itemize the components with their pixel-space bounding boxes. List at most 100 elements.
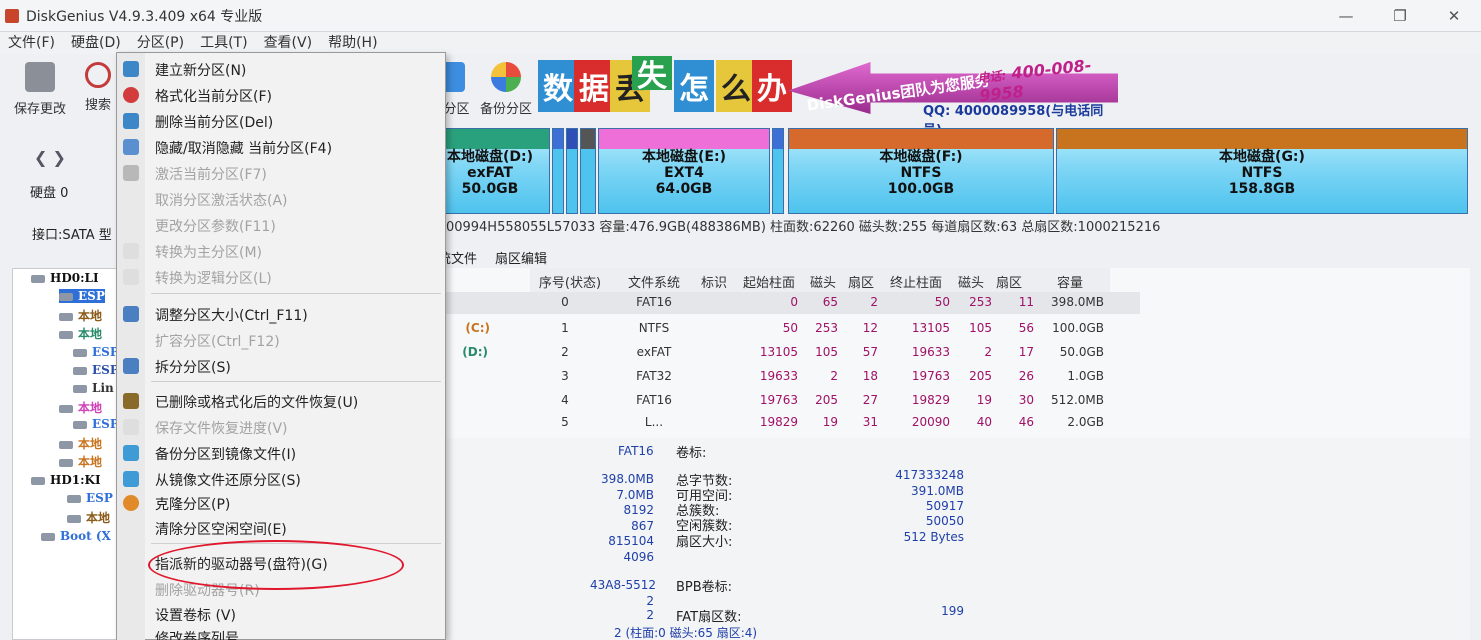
highlight-annotation [148, 540, 404, 590]
cell-start-head: 19 [822, 415, 838, 429]
tree-node[interactable]: 本地 [67, 509, 110, 526]
cell-start-sector: 27 [862, 393, 878, 407]
menu-item-to-primary[interactable]: 转换为主分区(M) [117, 239, 447, 263]
title-bar: DiskGenius V4.9.3.409 x64 专业版 — ❐ ✕ [0, 0, 1481, 32]
menu-item-backup-image[interactable]: 备份分区到镜像文件(I) [117, 441, 447, 465]
table-row[interactable]: (C:) 1 NTFS 50 253 12 13105 105 56 100.0… [440, 318, 1140, 340]
menu-item-change-serial[interactable]: 修改卷序列号 [117, 625, 447, 640]
menu-item-deactivate[interactable]: 取消分区激活状态(A) [117, 187, 447, 211]
support-banner: DiskGenius团队为您服务 电话: 400-008-9958 QQ: 40… [788, 56, 1120, 138]
detail-value: 7.0MB [616, 488, 654, 502]
detail-label: 扇区大小: [676, 535, 733, 550]
table-row[interactable]: 3 FAT32 19633 2 18 19763 205 26 1.0GB [440, 366, 1140, 388]
backup-partition-button[interactable]: 备份分区 [476, 62, 536, 117]
detail-value: 417333248 [895, 468, 964, 482]
cell-start-sector: 2 [870, 295, 878, 309]
menu-item-restore-image[interactable]: 从镜像文件还原分区(S) [117, 467, 447, 491]
col-header: 磁头 [957, 276, 984, 291]
menu-item-resize[interactable]: 调整分区大小(Ctrl_F11) [117, 302, 447, 326]
menu-view[interactable]: 查看(V) [256, 32, 321, 54]
search-button[interactable]: 搜索 [78, 62, 118, 113]
cell-fs: exFAT [636, 345, 672, 359]
menu-item-change-params[interactable]: 更改分区参数(F11) [117, 213, 447, 237]
menu-item-recover-files[interactable]: 已删除或格式化后的文件恢复(U) [117, 389, 447, 413]
partition-segment-d[interactable]: 本地磁盘(D:) exFAT 50.0GB [430, 128, 550, 214]
tree-node-label: ESP [78, 289, 105, 303]
tree-node[interactable]: 本地 [59, 453, 102, 470]
tree-node[interactable]: ESP [67, 491, 113, 505]
partition-segment-small[interactable] [552, 128, 564, 214]
tree-node[interactable]: Lin [73, 381, 114, 395]
menu-item-clone[interactable]: 克隆分区(P) [117, 491, 447, 515]
partition-icon [67, 494, 81, 503]
app-icon [5, 8, 19, 23]
table-row[interactable]: 4 FAT16 19763 205 27 19829 19 30 512.0MB [440, 390, 1140, 412]
tree-node[interactable]: ESP [73, 417, 119, 431]
cell-fs: FAT32 [636, 369, 672, 383]
menu-file[interactable]: 文件(F) [0, 32, 63, 54]
partition-icon [59, 330, 73, 339]
col-header: 终止柱面 [889, 276, 942, 291]
menu-disk[interactable]: 硬盘(D) [63, 32, 129, 54]
menu-item-label: 设置卷标 (V) [155, 608, 236, 624]
menu-item-wipe-free[interactable]: 清除分区空闲空间(E) [117, 516, 447, 540]
tree-node[interactable]: HD0:LI [31, 271, 99, 285]
cell-start-sector: 31 [862, 415, 878, 429]
menu-help[interactable]: 帮助(H) [320, 32, 385, 54]
tree-node[interactable]: 本地 [59, 399, 102, 416]
menu-item-set-label[interactable]: 设置卷标 (V) [117, 602, 447, 626]
tree-node[interactable]: Boot (X [41, 529, 111, 543]
window-controls: — ❐ ✕ [1319, 0, 1481, 32]
partition-segment-small[interactable] [772, 128, 784, 214]
partition-segment-small[interactable] [566, 128, 578, 214]
tree-node[interactable]: ESP [73, 345, 119, 359]
tab-sector-editor[interactable]: 扇区编辑 [495, 248, 547, 268]
resize-icon [123, 306, 139, 322]
menu-item-delete[interactable]: 删除当前分区(Del) [117, 109, 447, 133]
tree-node[interactable]: HD1:KI [31, 473, 101, 487]
restore-button[interactable]: ❐ [1373, 0, 1427, 32]
table-row[interactable]: (D:) 2 exFAT 13105 105 57 19633 2 17 50.… [440, 342, 1140, 364]
menu-item-to-logical[interactable]: 转换为逻辑分区(L) [117, 265, 447, 289]
menu-item-hide[interactable]: 隐藏/取消隐藏 当前分区(F4) [117, 135, 447, 159]
tree-node[interactable]: 本地 [59, 307, 102, 324]
tree-node-label: ESP [86, 491, 113, 505]
interface-text: 接口:SATA [32, 228, 95, 243]
menu-item-split[interactable]: 拆分分区(S) [117, 354, 447, 378]
menu-partition[interactable]: 分区(P) [129, 32, 192, 54]
cell-end-head: 205 [969, 369, 992, 383]
menu-tools[interactable]: 工具(T) [192, 32, 255, 54]
close-button[interactable]: ✕ [1427, 0, 1481, 32]
segment-cap [773, 129, 783, 149]
partition-segment-small[interactable] [580, 128, 596, 214]
format-icon [123, 87, 139, 103]
ad-banner[interactable]: 数 据 丢 失 怎 么 办 DiskGenius团队为您服务 电话: 400-0… [538, 54, 1120, 138]
minimize-button[interactable]: — [1319, 0, 1373, 32]
save-icon [25, 62, 55, 92]
cell-end-cyl: 13105 [911, 321, 950, 335]
menu-item-new-partition[interactable]: 建立新分区(N) [117, 57, 447, 81]
tree-node-label: 本地 [86, 511, 111, 525]
partition-icon [59, 440, 73, 449]
nav-arrows[interactable]: ❮ ❯ [34, 148, 66, 167]
segment-cap [789, 129, 1053, 149]
menu-item-extend[interactable]: 扩容分区(Ctrl_F12) [117, 328, 447, 352]
menu-item-format[interactable]: 格式化当前分区(F) [117, 83, 447, 107]
banner-tile: 数 [538, 60, 578, 112]
menu-item-save-progress[interactable]: 保存文件恢复进度(V) [117, 415, 447, 439]
detail-volume-label: 卷标: [676, 446, 707, 461]
tree-node[interactable]: ESP [73, 363, 119, 377]
tree-node[interactable]: 本地 [59, 435, 102, 452]
search-icon [85, 62, 111, 88]
tree-node[interactable]: 本地 [59, 325, 102, 342]
col-header: 扇区 [847, 276, 874, 291]
save-changes-button[interactable]: 保存更改 [10, 62, 70, 117]
cell-index: 2 [561, 345, 569, 359]
tree-node-selected[interactable]: ESP [59, 289, 105, 303]
partition-segment-g[interactable]: 本地磁盘(G:) NTFS 158.8GB [1056, 128, 1468, 214]
partition-segment-e[interactable]: 本地磁盘(E:) EXT4 64.0GB [598, 128, 770, 214]
menu-item-activate[interactable]: 激活当前分区(F7) [117, 161, 447, 185]
table-row[interactable]: 0 FAT16 0 65 2 50 253 11 398.0MB [440, 292, 1140, 314]
table-row[interactable]: 5 L... 19829 19 31 20090 40 46 2.0GB [440, 412, 1140, 434]
partition-segment-f[interactable]: 本地磁盘(F:) NTFS 100.0GB [788, 128, 1054, 214]
